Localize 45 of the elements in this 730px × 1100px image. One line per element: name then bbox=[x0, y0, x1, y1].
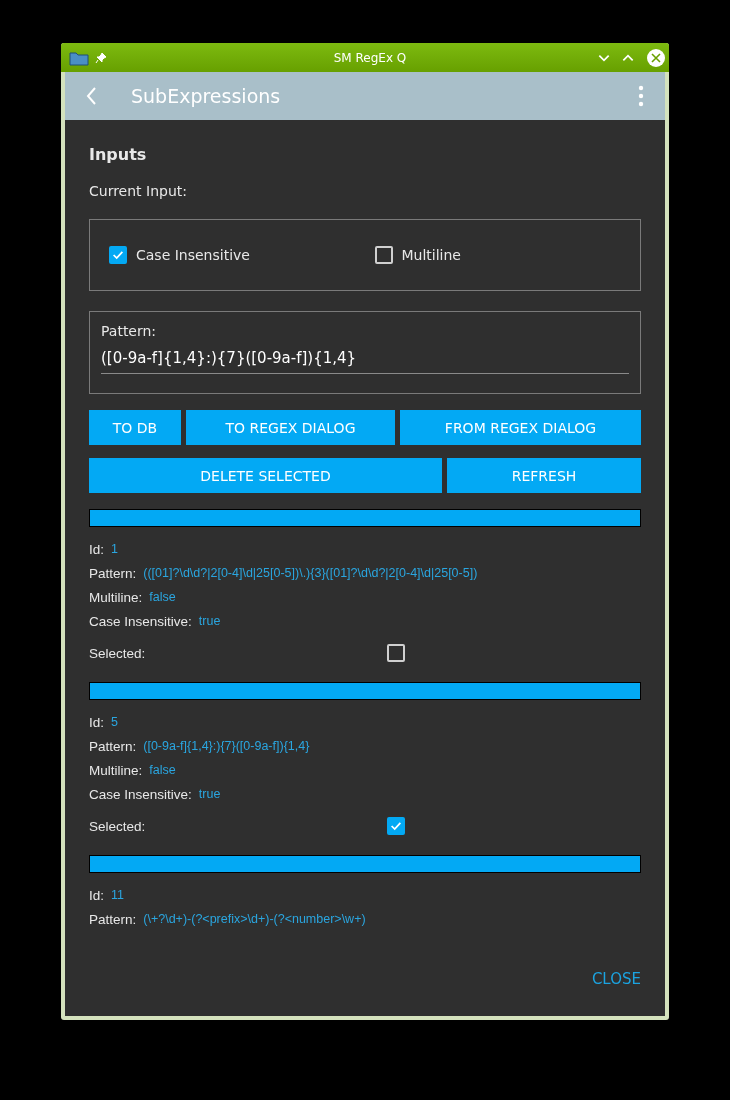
field-value: false bbox=[149, 590, 176, 604]
checkbox-label: Multiline bbox=[401, 247, 461, 263]
checkbox[interactable] bbox=[374, 246, 393, 264]
back-icon[interactable] bbox=[86, 86, 98, 106]
field-value: 5 bbox=[111, 715, 118, 729]
checkbox[interactable] bbox=[387, 644, 405, 662]
pattern-input-field[interactable]: ([0-9a-f]{1,4}:){7}([0-9a-f]){1,4} bbox=[101, 349, 629, 374]
field-value: true bbox=[198, 787, 221, 801]
field-label: Pattern: bbox=[89, 565, 137, 581]
window-title: SM RegEx Q bbox=[332, 50, 408, 65]
current-input-label: Current Input: bbox=[89, 183, 188, 199]
field-label: Selected: bbox=[89, 645, 147, 661]
field-value: ([0-9a-f]{1,4}:){7}([0-9a-f]){1,4} bbox=[143, 739, 310, 753]
field-value: 1 bbox=[111, 542, 118, 556]
field-value: (([01]?\d\d?|2[0-4]\d|25[0-5])\.){3}([01]?\d\d?|2[0-4]\d|25[0-5]) bbox=[143, 566, 478, 580]
field-label: Selected: bbox=[89, 818, 147, 834]
field-label: Id: bbox=[89, 714, 104, 730]
pin-icon[interactable] bbox=[95, 51, 107, 64]
folder-icon bbox=[69, 49, 89, 66]
field-value: false bbox=[149, 763, 176, 777]
action-button[interactable]: FROM REGEX DIALOG bbox=[400, 410, 641, 445]
checkbox[interactable] bbox=[109, 246, 127, 264]
action-button[interactable]: DELETE SELECTED bbox=[89, 458, 442, 493]
field-value: (\+?\d+)-(?<prefix>\d+)-(?<number>\w+) bbox=[143, 912, 366, 926]
action-button[interactable]: TO REGEX DIALOG bbox=[186, 410, 395, 445]
field-label: Case Insensitive: bbox=[89, 613, 192, 629]
field-label: Multiline: bbox=[89, 589, 143, 605]
field-label: Id: bbox=[89, 541, 104, 557]
field-value: true bbox=[198, 614, 221, 628]
pattern-label: Pattern: bbox=[101, 323, 158, 339]
field-label: Multiline: bbox=[89, 762, 143, 778]
checkbox[interactable] bbox=[387, 817, 405, 835]
more-icon[interactable] bbox=[638, 85, 644, 107]
checkbox-label: Case Insensitive bbox=[136, 247, 250, 263]
close-icon[interactable] bbox=[647, 48, 665, 67]
field-label: Pattern: bbox=[89, 911, 137, 927]
section-heading: Inputs bbox=[89, 145, 148, 164]
field-value: 11 bbox=[111, 888, 124, 902]
close-button[interactable]: CLOSE bbox=[591, 966, 641, 992]
field-label: Pattern: bbox=[89, 738, 137, 754]
screen-title: SubExpressions bbox=[131, 85, 282, 107]
action-button[interactable]: TO DB bbox=[89, 410, 181, 445]
field-label: Id: bbox=[89, 887, 104, 903]
action-button[interactable]: REFRESH bbox=[447, 458, 641, 493]
field-label: Case Insensitive: bbox=[89, 786, 192, 802]
